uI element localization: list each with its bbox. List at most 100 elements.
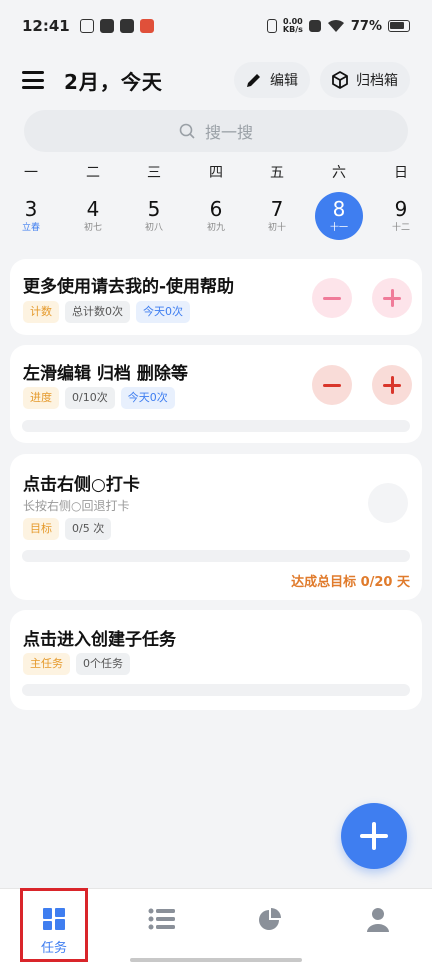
- week-calendar: 一 3 立春 二 4 初七 三 5 初八 四 6 初九 五 7 初十 六 8 十…: [0, 162, 432, 242]
- task-type-badge: 计数: [23, 301, 59, 323]
- net-speed: 0.00 KB/s: [283, 18, 303, 34]
- search-placeholder: 搜一搜: [204, 123, 253, 142]
- day-mon[interactable]: 一 3 立春: [6, 162, 56, 240]
- header: 2月，今天 编辑 归档箱: [0, 58, 432, 102]
- task-tags: 进度 0/10次 今天0次: [23, 387, 175, 409]
- battery-icon: [388, 20, 410, 32]
- day-name: 三: [147, 165, 161, 181]
- day-number: 7: [270, 197, 284, 221]
- task-today-badge: 今天0次: [120, 387, 175, 409]
- subtask-count-badge: 0个任务: [76, 653, 130, 675]
- status-time: 12:41: [22, 17, 70, 35]
- day-lunar: 初十: [267, 223, 286, 233]
- day-date: 3 立春: [7, 192, 55, 240]
- battery-percent: 77%: [350, 18, 382, 34]
- task-type-badge: 进度: [23, 387, 59, 409]
- progress-bar: [22, 420, 410, 432]
- day-date-selected: 8 十一: [315, 192, 363, 240]
- minus-icon: [323, 383, 341, 387]
- pencil-icon: [247, 74, 260, 87]
- task-title: 点击进入创建子任务: [23, 630, 176, 650]
- task-tags: 目标 0/5 次: [23, 518, 112, 540]
- day-lunar: 十一: [329, 223, 348, 233]
- status-left: 12:41: [22, 17, 154, 35]
- day-number: 4: [86, 197, 100, 221]
- task-card-counter[interactable]: 更多使用请去我的-使用帮助 计数 总计数0次 今天0次: [10, 259, 422, 335]
- net-speed-unit: KB/s: [282, 25, 303, 34]
- archive-button[interactable]: 归档箱: [320, 62, 410, 98]
- task-progress-badge: 0/10次: [65, 387, 115, 409]
- day-date: 6 初九: [192, 192, 240, 240]
- page-title: 2月，今天: [64, 69, 163, 94]
- day-number: 3: [24, 197, 38, 221]
- day-number: 5: [147, 197, 161, 221]
- day-lunar: 十二: [391, 223, 410, 233]
- task-tags: 主任务 0个任务: [23, 653, 130, 675]
- nav-stats[interactable]: [216, 889, 324, 964]
- day-name: 一: [24, 165, 38, 181]
- home-indicator[interactable]: [130, 958, 302, 962]
- list-icon: [148, 908, 175, 930]
- day-name: 四: [209, 165, 223, 181]
- day-date: 7 初十: [253, 192, 301, 240]
- pie-chart-icon: [259, 908, 281, 930]
- progress-bar: [22, 684, 410, 696]
- day-tue[interactable]: 二 4 初七: [68, 162, 118, 240]
- notification-app-icon: [79, 19, 94, 33]
- wifi-icon: [327, 19, 344, 32]
- day-sun[interactable]: 日 9 十二: [376, 162, 426, 240]
- archive-button-label: 归档箱: [356, 73, 398, 89]
- day-lunar: 立春: [21, 223, 40, 233]
- progress-bar: [22, 550, 410, 562]
- decrement-button[interactable]: [312, 365, 352, 405]
- nav-list[interactable]: [108, 889, 216, 964]
- red-app-icon: [139, 19, 154, 33]
- task-title: 左滑编辑 归档 删除等: [23, 364, 188, 384]
- task-card-goal[interactable]: 点击右侧○打卡 长按右侧○回退打卡 目标 0/5 次 达成总目标 0/20 天: [10, 454, 422, 600]
- increment-button[interactable]: [372, 278, 412, 318]
- sim-off-icon: [308, 20, 321, 32]
- day-fri[interactable]: 五 7 初十: [252, 162, 302, 240]
- increment-button[interactable]: [372, 365, 412, 405]
- task-subtitle: 长按右侧○回退打卡: [23, 499, 130, 513]
- edit-button[interactable]: 编辑: [234, 62, 310, 98]
- tiktok-icon: [119, 19, 134, 33]
- menu-icon[interactable]: [22, 71, 44, 89]
- day-number: 8: [332, 197, 346, 221]
- day-lunar: 初八: [144, 223, 163, 233]
- minus-icon: [323, 296, 341, 300]
- task-today-badge: 今天0次: [136, 301, 190, 323]
- day-name: 二: [86, 165, 100, 181]
- highlight-box: [20, 888, 88, 962]
- day-date: 9 十二: [377, 192, 425, 240]
- task-card-progress[interactable]: 左滑编辑 归档 删除等 进度 0/10次 今天0次: [10, 345, 422, 443]
- status-right: 0.00 KB/s 77%: [266, 18, 410, 34]
- day-wed[interactable]: 三 5 初八: [129, 162, 179, 240]
- task-title: 点击右侧○打卡: [23, 475, 140, 495]
- day-number: 6: [209, 197, 223, 221]
- day-thu[interactable]: 四 6 初九: [191, 162, 241, 240]
- task-type-badge: 目标: [23, 518, 59, 540]
- task-total-badge: 总计数0次: [65, 301, 130, 323]
- check-in-button[interactable]: [368, 483, 408, 523]
- decrement-button[interactable]: [312, 278, 352, 318]
- task-title: 更多使用请去我的-使用帮助: [23, 277, 235, 297]
- status-bar: 12:41 0.00 KB/s 77%: [0, 0, 432, 52]
- add-task-button[interactable]: [341, 803, 407, 869]
- goal-status: 达成总目标 0/20 天: [291, 575, 410, 590]
- user-icon: [367, 908, 389, 932]
- day-name: 日: [394, 165, 408, 181]
- vibrate-icon: [266, 19, 277, 33]
- day-date: 5 初八: [130, 192, 178, 240]
- task-progress-badge: 0/5 次: [65, 518, 112, 540]
- nav-profile[interactable]: [324, 889, 432, 964]
- task-card-main[interactable]: 点击进入创建子任务 主任务 0个任务: [10, 610, 422, 710]
- day-lunar: 初九: [206, 223, 225, 233]
- task-type-badge: 主任务: [23, 653, 70, 675]
- day-date: 4 初七: [69, 192, 117, 240]
- search-input[interactable]: 搜一搜: [24, 110, 408, 152]
- box-icon: [332, 71, 348, 89]
- day-sat[interactable]: 六 8 十一: [314, 162, 364, 240]
- search-icon: [179, 123, 195, 139]
- edit-button-label: 编辑: [270, 73, 298, 89]
